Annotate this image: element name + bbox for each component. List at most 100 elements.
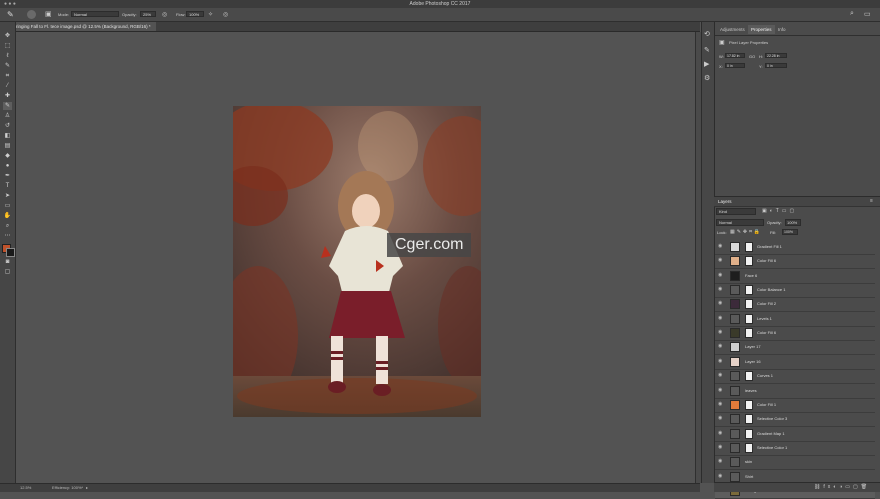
marquee-tool-icon[interactable]: ⬚ xyxy=(3,42,12,50)
layer-mask-thumbnail[interactable] xyxy=(745,399,753,410)
layer-row[interactable]: ◉ Color Fill 6 xyxy=(715,254,875,270)
eye-icon[interactable]: ◉ xyxy=(718,344,723,349)
layers-tab[interactable]: Layers xyxy=(718,199,732,204)
character-panel-icon[interactable]: ⚙ xyxy=(704,74,710,82)
mode-select[interactable]: Normal xyxy=(71,11,119,17)
brush-preset-picker[interactable] xyxy=(27,10,36,19)
width-input[interactable]: 17.82 in xyxy=(725,53,745,58)
layer-filter-select[interactable]: Kind xyxy=(716,208,756,215)
eye-icon[interactable]: ◉ xyxy=(718,272,723,278)
layer-row[interactable]: ◉ Curves 1 xyxy=(715,369,875,385)
pen-tool-icon[interactable]: ✒ xyxy=(3,172,12,180)
layer-row[interactable]: ◉ skin xyxy=(715,455,875,471)
eye-icon[interactable]: ◉ xyxy=(718,287,723,292)
more-tools-icon[interactable]: ⋯ xyxy=(3,232,12,240)
layer-mask-thumbnail[interactable] xyxy=(745,328,753,339)
eye-icon[interactable]: ◉ xyxy=(718,387,723,393)
layer-action-icons[interactable]: ⛓fx◐◑▭▢🗑 xyxy=(814,484,870,490)
panel-menu-icon[interactable]: ≡ xyxy=(870,198,873,204)
eye-icon[interactable]: ◉ xyxy=(718,416,723,421)
brush-settings-icon[interactable]: ✎ xyxy=(704,46,710,54)
layer-row[interactable]: ◉ Color Fill 1 xyxy=(715,398,875,413)
move-tool-icon[interactable]: ✥ xyxy=(3,32,12,40)
zoom-tool-icon[interactable]: ⌕ xyxy=(3,222,12,230)
eye-icon[interactable]: ◉ xyxy=(718,373,723,378)
tab-adjustments[interactable]: Adjustments xyxy=(717,25,748,34)
eyedropper-tool-icon[interactable]: ⁄ xyxy=(3,82,12,90)
clone-stamp-tool-icon[interactable]: ♙ xyxy=(3,112,12,120)
layer-row[interactable]: ◉ Layer 17 xyxy=(715,340,875,356)
brush-panel-icon[interactable]: ▣ xyxy=(45,10,52,18)
layer-mask-thumbnail[interactable] xyxy=(745,299,753,310)
healing-tool-icon[interactable]: ✚ xyxy=(3,92,12,100)
workspace-icon[interactable]: ▭ xyxy=(864,10,871,18)
play-action-icon[interactable]: ▶ xyxy=(704,60,709,68)
layer-mask-thumbnail[interactable] xyxy=(745,242,753,252)
shape-tool-icon[interactable]: ▭ xyxy=(3,202,12,210)
layer-row[interactable]: ◉ Gradient Fill 1 xyxy=(715,240,875,255)
dodge-tool-icon[interactable]: ● xyxy=(3,162,12,170)
search-icon[interactable]: ⌕ xyxy=(850,10,854,18)
layer-mask-thumbnail[interactable] xyxy=(745,428,753,439)
background-color-swatch[interactable] xyxy=(6,248,15,257)
pressure-size-icon[interactable]: ◎ xyxy=(223,11,228,18)
layer-row[interactable]: ◉ Selective Color 1 xyxy=(715,441,875,456)
lock-icons[interactable]: ▦✎✥⌗🔒 xyxy=(730,229,762,235)
eye-icon[interactable]: ◉ xyxy=(718,444,723,450)
eye-icon[interactable]: ◉ xyxy=(718,401,723,407)
quick-mask-icon[interactable]: ◙ xyxy=(3,258,12,266)
layer-opacity-input[interactable]: 100% xyxy=(785,219,801,226)
blend-mode-select[interactable]: Normal xyxy=(716,219,764,226)
x-input[interactable]: 0 in xyxy=(725,63,745,68)
height-input[interactable]: 22.28 in xyxy=(765,53,787,58)
document-tab[interactable]: Bringing Fall to Fl. tece image.psd @ 12… xyxy=(8,22,156,31)
eye-icon[interactable]: ◉ xyxy=(718,358,723,364)
quick-select-tool-icon[interactable]: ✎ xyxy=(3,62,12,70)
eraser-tool-icon[interactable]: ◧ xyxy=(3,132,12,140)
layer-row[interactable]: ◉ Levels 1 xyxy=(715,312,875,327)
history-brush-tool-icon[interactable]: ↺ xyxy=(3,122,12,130)
eye-icon[interactable]: ◉ xyxy=(718,330,723,335)
tab-properties[interactable]: Properties xyxy=(748,25,775,34)
layer-row[interactable]: ◉ leaves xyxy=(715,384,875,399)
layer-filter-icons[interactable]: ▣◐T▭▢ xyxy=(762,208,797,214)
eye-icon[interactable]: ◉ xyxy=(718,315,723,321)
crop-tool-icon[interactable]: ⌗ xyxy=(3,72,12,80)
link-dimensions-button[interactable]: GO xyxy=(749,54,755,59)
layer-row[interactable]: ◉ Color Balance 1 xyxy=(715,283,875,299)
blur-tool-icon[interactable]: ◆ xyxy=(3,152,12,160)
document-image[interactable] xyxy=(233,106,481,417)
layer-row[interactable]: ◉ Gradient Map 1 xyxy=(715,427,875,442)
layer-mask-thumbnail[interactable] xyxy=(745,313,753,324)
eye-icon[interactable]: ◉ xyxy=(718,459,723,464)
layer-row[interactable]: ◉ Face 6 xyxy=(715,269,875,284)
pressure-opacity-icon[interactable]: ◎ xyxy=(162,11,167,18)
eye-icon[interactable]: ◉ xyxy=(718,258,723,263)
layer-row[interactable]: ◉ Color Fill 6 xyxy=(715,326,875,342)
brush-tool-icon[interactable]: ✎ xyxy=(7,10,14,19)
layer-mask-thumbnail[interactable] xyxy=(745,414,753,425)
layer-mask-thumbnail[interactable] xyxy=(745,371,753,382)
flow-input[interactable]: 100% xyxy=(186,11,204,17)
path-select-tool-icon[interactable]: ➤ xyxy=(3,192,12,200)
opacity-input[interactable]: 25% xyxy=(140,11,156,17)
layer-mask-thumbnail[interactable] xyxy=(745,256,753,267)
type-tool-icon[interactable]: T xyxy=(3,182,12,190)
layer-row[interactable]: ◉ Color Fill 2 xyxy=(715,297,875,313)
lasso-tool-icon[interactable]: ℓ xyxy=(3,52,12,60)
tab-info[interactable]: Info xyxy=(775,25,789,34)
layer-row[interactable]: ◉ Selective Color 3 xyxy=(715,412,875,428)
layer-row[interactable]: ◉ Layer 16 xyxy=(715,355,875,370)
eye-icon[interactable]: ◉ xyxy=(718,244,723,249)
brush-tool-button-icon[interactable]: ✎ xyxy=(3,102,12,110)
screen-mode-icon[interactable]: ▢ xyxy=(3,268,12,276)
fill-input[interactable]: 100% xyxy=(782,229,798,235)
history-panel-icon[interactable]: ⟲ xyxy=(704,30,710,38)
airbrush-icon[interactable]: ✧ xyxy=(208,11,213,18)
eye-icon[interactable]: ◉ xyxy=(718,473,723,479)
eye-icon[interactable]: ◉ xyxy=(718,430,723,436)
layer-mask-thumbnail[interactable] xyxy=(745,285,753,296)
layer-mask-thumbnail[interactable] xyxy=(745,442,753,453)
eye-icon[interactable]: ◉ xyxy=(718,301,723,306)
gradient-tool-icon[interactable]: ▤ xyxy=(3,142,12,150)
